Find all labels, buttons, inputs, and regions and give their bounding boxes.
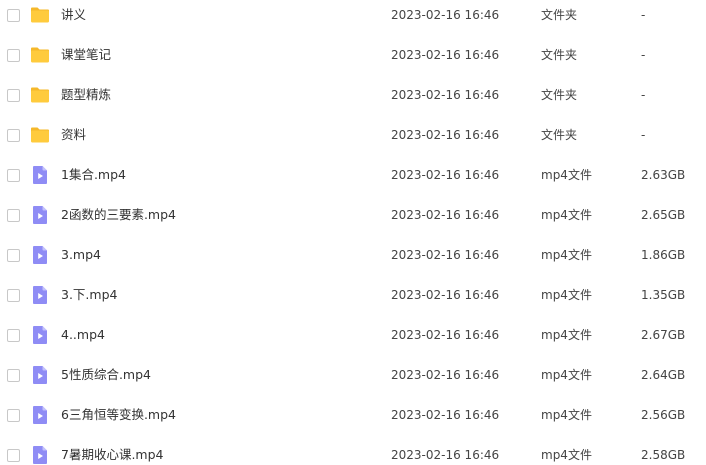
video-file-icon	[30, 365, 50, 385]
file-row[interactable]: 题型精炼 2023-02-16 16:46 文件夹 -	[0, 80, 706, 120]
file-size: -	[641, 48, 646, 62]
file-size: -	[641, 8, 646, 22]
file-row[interactable]: 4..mp4 2023-02-16 16:46 mp4文件 2.67GB	[0, 320, 706, 360]
file-row[interactable]: 6三角恒等变换.mp4 2023-02-16 16:46 mp4文件 2.56G…	[0, 400, 706, 440]
file-row[interactable]: 3.mp4 2023-02-16 16:46 mp4文件 1.86GB	[0, 240, 706, 280]
folder-icon	[30, 85, 50, 105]
file-modified-date: 2023-02-16 16:46	[391, 288, 500, 302]
file-name[interactable]: 讲义	[61, 6, 86, 24]
file-row[interactable]: 资料 2023-02-16 16:46 文件夹 -	[0, 120, 706, 160]
file-name[interactable]: 3.下.mp4	[61, 286, 117, 304]
file-type: 文件夹	[541, 128, 578, 142]
row-checkbox[interactable]	[7, 9, 20, 22]
file-modified-date: 2023-02-16 16:46	[391, 168, 500, 182]
file-size: 2.64GB	[641, 368, 686, 382]
row-checkbox[interactable]	[7, 89, 20, 102]
row-checkbox[interactable]	[7, 409, 20, 422]
file-row[interactable]: 7暑期收心课.mp4 2023-02-16 16:46 mp4文件 2.58GB	[0, 440, 706, 465]
video-file-icon	[30, 285, 50, 305]
file-name[interactable]: 4..mp4	[61, 326, 105, 344]
file-modified-date: 2023-02-16 16:46	[391, 328, 500, 342]
file-name[interactable]: 3.mp4	[61, 246, 101, 264]
file-size: -	[641, 128, 646, 142]
folder-icon	[30, 45, 50, 65]
file-row[interactable]: 2函数的三要素.mp4 2023-02-16 16:46 mp4文件 2.65G…	[0, 200, 706, 240]
file-type: mp4文件	[541, 288, 592, 302]
file-name[interactable]: 题型精炼	[61, 86, 111, 104]
file-name[interactable]: 7暑期收心课.mp4	[61, 446, 164, 464]
file-name[interactable]: 课堂笔记	[61, 46, 111, 64]
file-row[interactable]: 3.下.mp4 2023-02-16 16:46 mp4文件 1.35GB	[0, 280, 706, 320]
row-checkbox[interactable]	[7, 449, 20, 462]
file-modified-date: 2023-02-16 16:46	[391, 368, 500, 382]
file-type: mp4文件	[541, 328, 592, 342]
file-type: 文件夹	[541, 48, 578, 62]
file-modified-date: 2023-02-16 16:46	[391, 128, 500, 142]
file-size: 2.63GB	[641, 168, 686, 182]
file-name[interactable]: 1集合.mp4	[61, 166, 126, 184]
file-row[interactable]: 5性质综合.mp4 2023-02-16 16:46 mp4文件 2.64GB	[0, 360, 706, 400]
row-checkbox[interactable]	[7, 129, 20, 142]
file-modified-date: 2023-02-16 16:46	[391, 8, 500, 22]
file-modified-date: 2023-02-16 16:46	[391, 248, 500, 262]
file-list: 讲义 2023-02-16 16:46 文件夹 - 课堂笔记 2023-02-1…	[0, 0, 706, 465]
file-size: 1.35GB	[641, 288, 686, 302]
file-name[interactable]: 资料	[61, 126, 86, 144]
folder-icon	[30, 125, 50, 145]
row-checkbox[interactable]	[7, 289, 20, 302]
file-modified-date: 2023-02-16 16:46	[391, 448, 500, 462]
file-type: mp4文件	[541, 448, 592, 462]
video-file-icon	[30, 245, 50, 265]
file-row[interactable]: 课堂笔记 2023-02-16 16:46 文件夹 -	[0, 40, 706, 80]
file-size: 2.56GB	[641, 408, 686, 422]
file-size: -	[641, 88, 646, 102]
file-type: 文件夹	[541, 8, 578, 22]
file-type: mp4文件	[541, 208, 592, 222]
file-modified-date: 2023-02-16 16:46	[391, 48, 500, 62]
video-file-icon	[30, 325, 50, 345]
video-file-icon	[30, 445, 50, 465]
file-type: mp4文件	[541, 248, 592, 262]
file-name[interactable]: 2函数的三要素.mp4	[61, 206, 176, 224]
file-type: mp4文件	[541, 168, 592, 182]
file-type: mp4文件	[541, 408, 592, 422]
file-size: 2.67GB	[641, 328, 686, 342]
file-name[interactable]: 6三角恒等变换.mp4	[61, 406, 176, 424]
video-file-icon	[30, 165, 50, 185]
folder-icon	[30, 5, 50, 25]
row-checkbox[interactable]	[7, 209, 20, 222]
file-size: 1.86GB	[641, 248, 686, 262]
row-checkbox[interactable]	[7, 249, 20, 262]
row-checkbox[interactable]	[7, 369, 20, 382]
row-checkbox[interactable]	[7, 49, 20, 62]
file-modified-date: 2023-02-16 16:46	[391, 408, 500, 422]
video-file-icon	[30, 405, 50, 425]
file-row[interactable]: 讲义 2023-02-16 16:46 文件夹 -	[0, 0, 706, 40]
file-name[interactable]: 5性质综合.mp4	[61, 366, 151, 384]
file-type: mp4文件	[541, 368, 592, 382]
row-checkbox[interactable]	[7, 169, 20, 182]
row-checkbox[interactable]	[7, 329, 20, 342]
file-size: 2.58GB	[641, 448, 686, 462]
file-type: 文件夹	[541, 88, 578, 102]
file-size: 2.65GB	[641, 208, 686, 222]
file-modified-date: 2023-02-16 16:46	[391, 208, 500, 222]
file-modified-date: 2023-02-16 16:46	[391, 88, 500, 102]
video-file-icon	[30, 205, 50, 225]
file-row[interactable]: 1集合.mp4 2023-02-16 16:46 mp4文件 2.63GB	[0, 160, 706, 200]
